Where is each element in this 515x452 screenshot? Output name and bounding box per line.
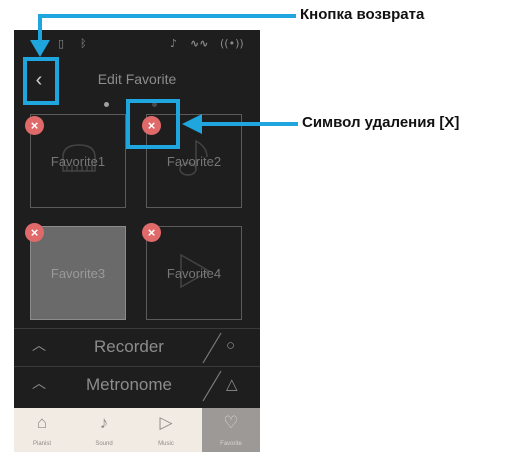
nav-music[interactable]: ▷ Music — [142, 408, 190, 452]
play-icon: ▷ — [159, 413, 173, 432]
bluetooth-icon: ᛒ — [80, 37, 87, 50]
page-dot-active[interactable] — [104, 102, 109, 107]
favorite-label: Favorite1 — [50, 154, 106, 169]
wireless-icon: ((•)) — [220, 37, 244, 50]
favorite-tile-3[interactable]: Favorite3 — [30, 226, 126, 320]
arrow-left-icon — [182, 114, 202, 134]
callout-line-delete — [200, 122, 298, 126]
callout-delete-text: Символ удаления [X] — [302, 114, 460, 131]
nav-label: Pianist — [32, 441, 51, 447]
lock-icon: ▯ — [58, 37, 65, 50]
nav-favorite[interactable]: ♡ Favorite — [202, 408, 260, 452]
delete-button[interactable]: × — [25, 116, 44, 135]
favorite-label: Favorite4 — [166, 266, 222, 281]
metronome-icon[interactable]: △ — [226, 375, 238, 393]
midi-icon: ∿∿ — [190, 37, 209, 50]
nav-pianist[interactable]: ⌂ Pianist — [18, 408, 66, 452]
chevron-up-icon[interactable]: ︿ — [32, 335, 46, 355]
favorite-tile-4[interactable]: Favorite4 — [146, 226, 242, 320]
delete-button[interactable]: × — [142, 223, 161, 242]
favorite-tile-1[interactable]: Favorite1 — [30, 114, 126, 208]
chevron-up-icon[interactable]: ︿ — [32, 373, 46, 393]
callout-back-text: Кнопка возврата — [300, 6, 425, 23]
nav-sound[interactable]: ♪ Sound — [80, 408, 128, 452]
piano-icon: ⌂ — [36, 413, 48, 432]
recorder-label: Recorder — [94, 337, 164, 356]
nav-label: Sound — [95, 441, 113, 447]
arrow-down-icon — [30, 40, 50, 57]
circle-icon[interactable]: ○ — [226, 337, 235, 354]
divider-slash — [202, 332, 222, 364]
delete-button[interactable]: × — [25, 223, 44, 242]
metronome-label: Metronome — [86, 375, 172, 394]
callout-line-back-horizontal — [38, 14, 296, 18]
metronome-row[interactable]: ︿ Metronome △ — [14, 366, 260, 403]
delete-symbol-highlight — [126, 99, 180, 149]
nav-label: Music — [158, 441, 174, 447]
back-button-highlight — [23, 57, 59, 105]
recorder-row[interactable]: ︿ Recorder ○ — [14, 328, 260, 365]
heart-icon: ♡ — [223, 413, 239, 432]
music-note-icon: ♪ — [99, 413, 109, 432]
bottom-nav: ⌂ Pianist ♪ Sound ▷ Music ♡ Favorite — [14, 408, 260, 452]
favorite-label: Favorite2 — [166, 154, 222, 169]
nav-label: Favorite — [220, 441, 242, 447]
divider-slash — [202, 370, 222, 402]
favorite-label: Favorite3 — [50, 266, 106, 281]
status-bar: ▯ ᛒ ♪ ∿∿ ((•)) — [14, 30, 260, 58]
audio-icon: ♪ — [170, 37, 178, 50]
